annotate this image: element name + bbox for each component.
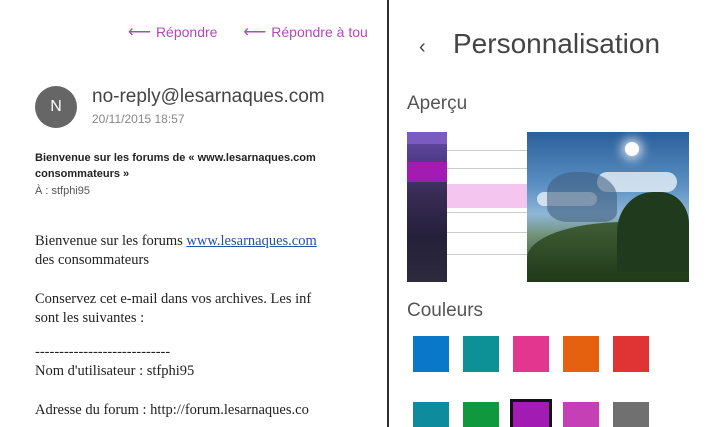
preview-selected-row (447, 184, 527, 208)
email-date: 20/11/2015 18:57 (92, 112, 185, 126)
color-swatch[interactable] (563, 336, 599, 372)
color-swatch[interactable] (563, 402, 599, 427)
body-line: des consommateurs (35, 252, 149, 268)
email-body: Bienvenue sur les forums www.lesarnaques… (35, 232, 390, 420)
body-line: Bienvenue sur les forums www.lesarnaques… (35, 232, 390, 251)
color-swatch[interactable] (613, 336, 649, 372)
avatar-letter: N (50, 98, 62, 115)
body-line: Conservez cet e-mail dans vos archives. … (35, 291, 312, 307)
sun-icon (625, 142, 639, 156)
email-reading-pane: ⟵ Répondre ⟵ Répondre à tou N no-reply@l… (0, 0, 390, 427)
body-line: sont les suivantes : (35, 310, 145, 326)
reply-label: Répondre (155, 24, 218, 40)
email-subject-block: Bienvenue sur les forums de « www.lesarn… (35, 150, 390, 199)
email-action-bar: ⟵ Répondre ⟵ Répondre à tou (128, 22, 390, 42)
email-subject-line-1: Bienvenue sur les forums de « www.lesarn… (35, 152, 316, 164)
colors-heading: Couleurs (407, 300, 484, 321)
color-swatch[interactable] (510, 399, 552, 427)
reply-all-label: Répondre à tou (271, 24, 368, 40)
reply-arrow-icon: ⟵ (128, 24, 151, 41)
reply-button[interactable]: ⟵ Répondre (128, 22, 217, 42)
chevron-left-icon[interactable]: ‹ (419, 36, 426, 59)
color-swatch[interactable] (463, 402, 499, 427)
preview-heading: Aperçu (407, 93, 468, 114)
color-swatch[interactable] (613, 402, 649, 427)
panel-title: Personnalisation (453, 28, 661, 59)
email-recipient: À : stfphi95 (35, 185, 91, 197)
personalization-panel: ‹ Personnalisation Aperçu Couleurs (387, 0, 726, 427)
color-swatch[interactable] (463, 336, 499, 372)
preview-background-image (527, 132, 689, 282)
body-line-forum-address: Adresse du forum : http://forum.lesarnaq… (35, 402, 309, 418)
email-subject-line-2: consommateurs » (35, 168, 130, 180)
body-text: Bienvenue sur les forums (35, 233, 187, 249)
reply-all-arrow-icon: ⟵ (243, 24, 267, 41)
preview-message-list (447, 132, 527, 282)
reply-all-button[interactable]: ⟵ Répondre à tou (243, 22, 367, 42)
sender-avatar: N (35, 86, 77, 128)
sender-address[interactable]: no-reply@lesarnaques.com (92, 86, 325, 108)
forum-link[interactable]: www.lesarnaques.com (186, 233, 316, 249)
color-swatch[interactable] (413, 402, 449, 427)
theme-preview (407, 132, 689, 282)
preview-accent-highlight (407, 162, 447, 182)
body-line-username: Nom d'utilisateur : stfphi95 (35, 363, 195, 379)
body-separator: ---------------------------- (35, 344, 171, 360)
color-swatch[interactable] (513, 336, 549, 372)
color-swatch[interactable] (413, 336, 449, 372)
preview-nav-strip (407, 132, 447, 282)
